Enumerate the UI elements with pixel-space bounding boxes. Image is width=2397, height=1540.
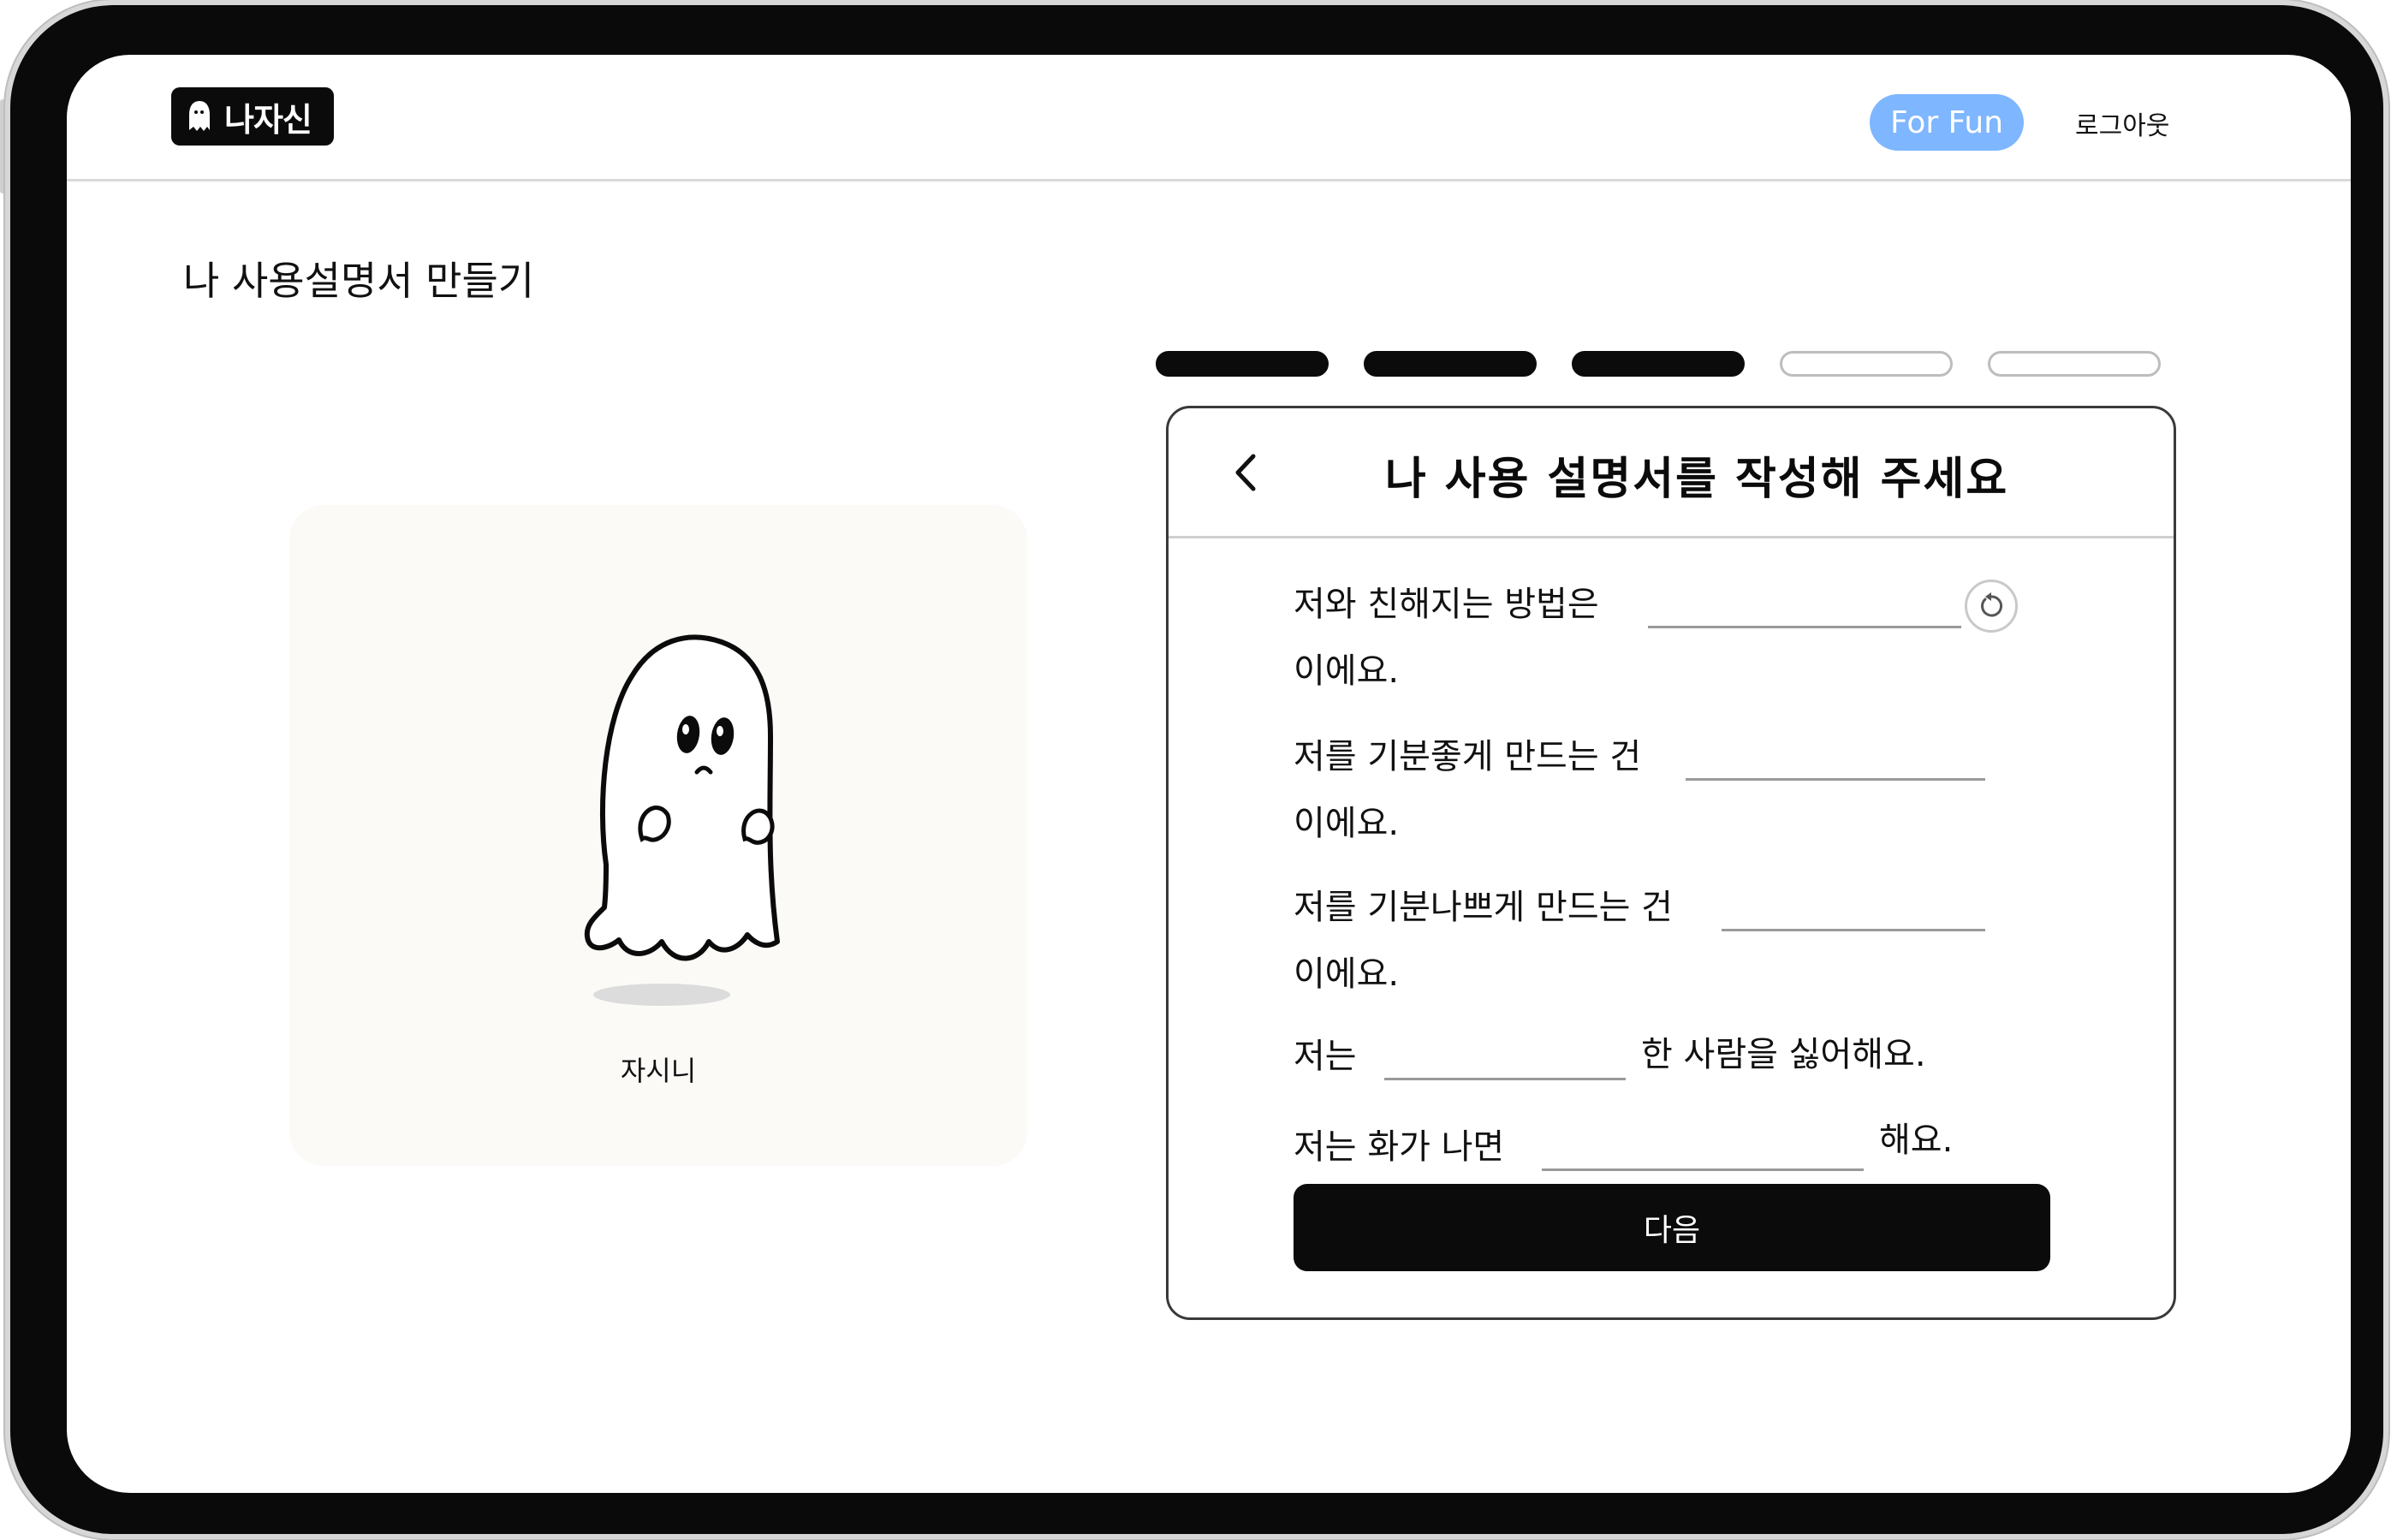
question-1-suffix: 이에요. — [1294, 651, 1400, 691]
form-title: 나 사용 설명서를 작성해 주세요 — [1384, 454, 2009, 505]
device-power-button — [0, 99, 5, 193]
app-screen: 나자신 For Fun 로그아웃 나 사용설명서 만들기 자시니 나 사용 설명… — [67, 55, 2351, 1493]
top-nav: 나자신 For Fun 로그아웃 — [67, 55, 2351, 181]
progress-step-4 — [1780, 351, 1953, 377]
question-1-prefix: 저와 친해지는 방법은 — [1294, 585, 1599, 624]
question-5-suffix: 해요. — [1879, 1121, 1954, 1160]
tablet-frame: 나자신 For Fun 로그아웃 나 사용설명서 만들기 자시니 나 사용 설명… — [10, 5, 2383, 1534]
question-3-prefix: 저를 기분나쁘게 만드는 건 — [1294, 888, 1673, 927]
character-name: 자시니 — [620, 1055, 697, 1087]
question-4-prefix: 저는 — [1294, 1037, 1357, 1076]
answer-3-input[interactable] — [1722, 929, 1985, 931]
progress-step-2 — [1364, 351, 1537, 377]
form-header: 나 사용 설명서를 작성해 주세요 — [1169, 408, 2174, 538]
answer-1-input[interactable] — [1648, 626, 1961, 628]
logout-button[interactable]: 로그아웃 — [2075, 99, 2169, 147]
app-logo[interactable]: 나자신 — [171, 87, 334, 146]
next-button[interactable]: 다음 — [1294, 1184, 2050, 1271]
page-title: 나 사용설명서 만들기 — [183, 258, 535, 304]
answer-2-input[interactable] — [1686, 778, 1985, 781]
question-5-prefix: 저는 화가 나면 — [1294, 1127, 1505, 1167]
ghost-character-icon — [584, 634, 780, 1006]
reset-icon — [1981, 592, 2003, 617]
character-card: 자시니 — [289, 505, 1027, 1166]
answer-5-input[interactable] — [1542, 1168, 1864, 1171]
manual-form-card: 나 사용 설명서를 작성해 주세요 저와 친해지는 방법은 이에요. 저를 기분… — [1166, 406, 2176, 1320]
logo-text: 나자신 — [224, 100, 312, 139]
step-progress — [1156, 351, 2161, 380]
answer-4-input[interactable] — [1384, 1078, 1626, 1080]
reset-button[interactable] — [1965, 580, 2018, 633]
progress-step-3 — [1572, 351, 1745, 377]
question-4-suffix: 한 사람을 싫어해요. — [1641, 1035, 1926, 1074]
question-3-suffix: 이에요. — [1294, 954, 1400, 994]
progress-step-5 — [1988, 351, 2161, 377]
ghost-icon — [189, 101, 210, 131]
question-2-prefix: 저를 기분좋게 만드는 건 — [1294, 737, 1642, 776]
question-2-suffix: 이에요. — [1294, 804, 1400, 843]
progress-step-1 — [1156, 351, 1329, 377]
for-fun-button[interactable]: For Fun — [1870, 94, 2024, 151]
